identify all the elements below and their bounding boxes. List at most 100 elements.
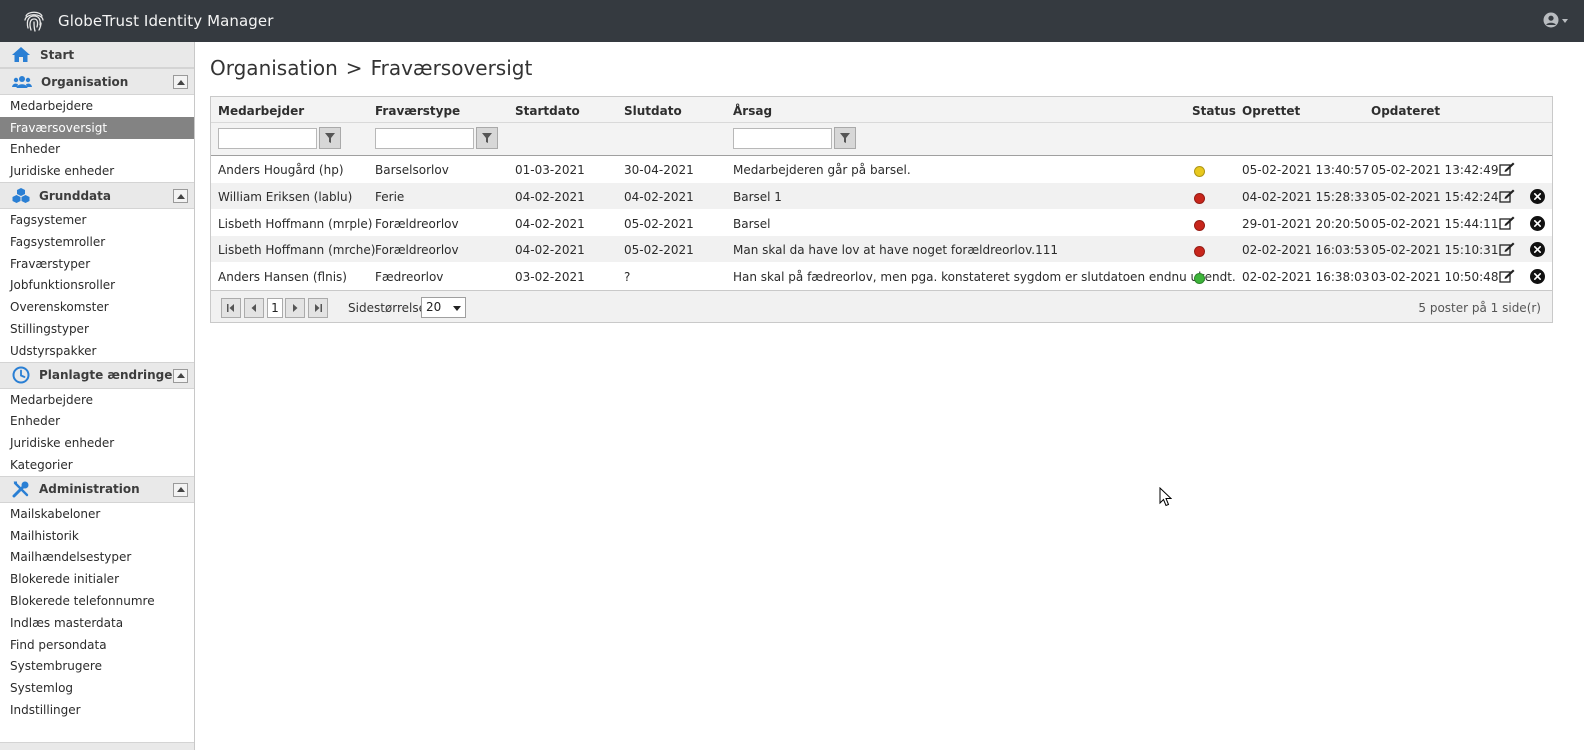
cell-aarsag: Han skal på fædreorlov, men pga. konstat… — [733, 270, 1236, 285]
sidebar-item-juridiske-enheder[interactable]: Juridiske enheder — [0, 160, 194, 182]
cell-slutdato: 30-04-2021 — [624, 163, 694, 177]
table-row[interactable]: Anders Hansen (flnis) Fædreorlov 03-02-202… — [211, 263, 1552, 290]
delete-icon[interactable] — [1530, 242, 1545, 258]
collapse-button[interactable] — [173, 75, 188, 89]
filter-aarsag-button[interactable] — [834, 127, 856, 149]
sidebar-item-planned-medarbejdere[interactable]: Medarbejdere — [0, 389, 194, 411]
sidebar-item-jobfunktionsroller[interactable]: Jobfunktionsroller — [0, 275, 194, 297]
cell-aarsag: Man skal da have lov at have noget foræl… — [733, 243, 1058, 258]
sidebar-item-medarbejdere[interactable]: Medarbejdere — [0, 95, 194, 117]
sidebar-item-udstyrspakker[interactable]: Udstyrspakker — [0, 340, 194, 362]
sidebar-item-planned-juridiske-enheder[interactable]: Juridiske enheder — [0, 432, 194, 454]
sidebar-item-systembrugere[interactable]: Systembrugere — [0, 656, 194, 678]
cell-medarbejder: Lisbeth Hoffmann (mrche) — [218, 243, 376, 258]
first-page-icon — [227, 303, 234, 312]
sidebar-item-stillingstyper[interactable]: Stillingstyper — [0, 318, 194, 340]
table-row[interactable]: William Eriksen (lablu) Ferie 04-02-2021 04… — [211, 182, 1552, 210]
delete-icon[interactable] — [1530, 215, 1545, 231]
sidebar-section-planlagte-aendringer[interactable]: Planlagte ændringer — [0, 361, 194, 389]
edit-icon[interactable] — [1499, 189, 1515, 203]
column-header-oprettet[interactable]: Oprettet — [1242, 104, 1300, 118]
sidebar-item-blokerede-initialer[interactable]: Blokerede initialer — [0, 568, 194, 590]
pager-current-page[interactable]: 1 — [267, 297, 283, 318]
cell-opdateret: 05-02-2021 13:42:49 — [1371, 163, 1499, 177]
cell-oprettet: 02-02-2021 16:03:53 — [1242, 243, 1370, 258]
sidebar-item-kategorier[interactable]: Kategorier — [0, 454, 194, 476]
sidebar-item-fravaersoversigt[interactable]: Fraværsoversigt — [0, 116, 194, 139]
tools-icon — [12, 481, 29, 498]
cell-medarbejder: Anders Hansen (flnis) — [218, 270, 347, 285]
column-header-opdateret[interactable]: Opdateret — [1371, 104, 1440, 118]
pager-next-button[interactable] — [285, 297, 305, 318]
filter-aarsag-input[interactable] — [733, 128, 832, 149]
sidebar-section-administration[interactable]: Administration — [0, 475, 194, 503]
sidebar-item-fravaerstyper[interactable]: Fraværstyper — [0, 253, 194, 275]
sidebar-section-grunddata[interactable]: Grunddata — [0, 182, 194, 210]
column-header-medarbejder[interactable]: Medarbejder — [218, 104, 304, 118]
page-size-label: Sidestørrelse: — [348, 300, 431, 315]
column-header-status[interactable]: Status — [1192, 104, 1236, 118]
user-menu-button[interactable] — [1543, 12, 1568, 28]
funnel-icon — [840, 133, 850, 143]
collapse-button[interactable] — [173, 482, 188, 497]
edit-icon[interactable] — [1499, 242, 1515, 257]
delete-icon[interactable] — [1530, 269, 1545, 285]
cubes-icon — [12, 188, 30, 204]
mouse-cursor-icon — [1159, 487, 1172, 507]
sidebar-item-overenskomster[interactable]: Overenskomster — [0, 296, 194, 318]
sidebar-item-fagsystemroller[interactable]: Fagsystemroller — [0, 231, 194, 253]
sidebar-footer — [0, 742, 194, 750]
sidebar-item-fagsystemer[interactable]: Fagsystemer — [0, 209, 194, 231]
sidebar-section-organisation[interactable]: Organisation — [0, 68, 194, 95]
edit-icon[interactable] — [1499, 162, 1515, 176]
sidebar-item-enheder[interactable]: Enheder — [0, 139, 194, 161]
table-row[interactable]: Lisbeth Hoffmann (mrche) Forældreorlov 04-… — [211, 236, 1552, 264]
status-indicator-icon — [1194, 219, 1205, 231]
breadcrumb-parent[interactable]: Organisation — [210, 56, 338, 80]
filter-medarbejder-input[interactable] — [218, 128, 317, 149]
edit-icon[interactable] — [1499, 216, 1515, 230]
table-row[interactable]: Anders Hougård (hp) Barselsorlov 01-03-202… — [211, 156, 1552, 183]
sidebar-start-label: Start — [40, 47, 75, 62]
column-header-startdato[interactable]: Startdato — [515, 104, 580, 118]
collapse-button[interactable] — [173, 368, 188, 383]
sidebar-start[interactable]: Start — [0, 42, 194, 68]
pager-last-button[interactable] — [308, 297, 328, 318]
sidebar-item-find-persondata[interactable]: Find persondata — [0, 634, 194, 656]
chevron-up-icon — [176, 79, 185, 85]
clock-icon — [12, 366, 30, 384]
sidebar-item-mailhaendelsestyper[interactable]: Mailhændelsestyper — [0, 547, 194, 569]
sidebar-item-mailhistorik[interactable]: Mailhistorik — [0, 525, 194, 547]
cell-opdateret: 03-02-2021 10:50:48 — [1371, 270, 1499, 285]
column-header-slutdato[interactable]: Slutdato — [624, 104, 682, 118]
edit-icon[interactable] — [1499, 269, 1515, 283]
filter-fravaerstype-button[interactable] — [476, 127, 498, 149]
column-header-fravaerstype[interactable]: Fraværstype — [375, 104, 460, 118]
column-header-aarsag[interactable]: Årsag — [733, 104, 772, 118]
sidebar-item-mailskabeloner[interactable]: Mailskabeloner — [0, 503, 194, 525]
delete-icon[interactable] — [1530, 188, 1545, 204]
filter-medarbejder-button[interactable] — [319, 127, 341, 149]
page-size-select[interactable]: 20 — [421, 296, 466, 318]
cell-slutdato: 05-02-2021 — [624, 243, 694, 258]
pager-first-button[interactable] — [221, 297, 241, 318]
cell-fravaerstype: Forældreorlov — [375, 243, 459, 258]
sidebar-item-indstillinger[interactable]: Indstillinger — [0, 699, 194, 721]
breadcrumb-current: Fraværsoversigt — [370, 56, 533, 80]
table-row[interactable]: Lisbeth Hoffmann (mrple) Forældreorlov 04-… — [211, 209, 1552, 237]
top-bar: GlobeTrust Identity Manager — [0, 0, 1584, 42]
main-content: Organisation > Fraværsoversigt Medarbejd… — [196, 42, 1584, 750]
cell-fravaerstype: Forældreorlov — [375, 216, 459, 231]
filter-fravaerstype-input[interactable] — [375, 128, 474, 149]
sidebar-item-planned-enheder[interactable]: Enheder — [0, 411, 194, 433]
users-icon — [12, 75, 32, 88]
pager-prev-button[interactable] — [244, 297, 264, 318]
sidebar-item-systemlog[interactable]: Systemlog — [0, 677, 194, 699]
cell-startdato: 04-02-2021 — [515, 189, 585, 204]
cell-aarsag: Barsel — [733, 216, 771, 231]
collapse-button[interactable] — [173, 189, 188, 204]
grid-header: Medarbejder Fraværstype Startdato Slutda… — [211, 97, 1552, 123]
sidebar-item-blokerede-telefonnumre[interactable]: Blokerede telefonnumre — [0, 590, 194, 612]
sidebar-item-indlaes-masterdata[interactable]: Indlæs masterdata — [0, 612, 194, 634]
status-indicator-icon — [1194, 192, 1205, 204]
